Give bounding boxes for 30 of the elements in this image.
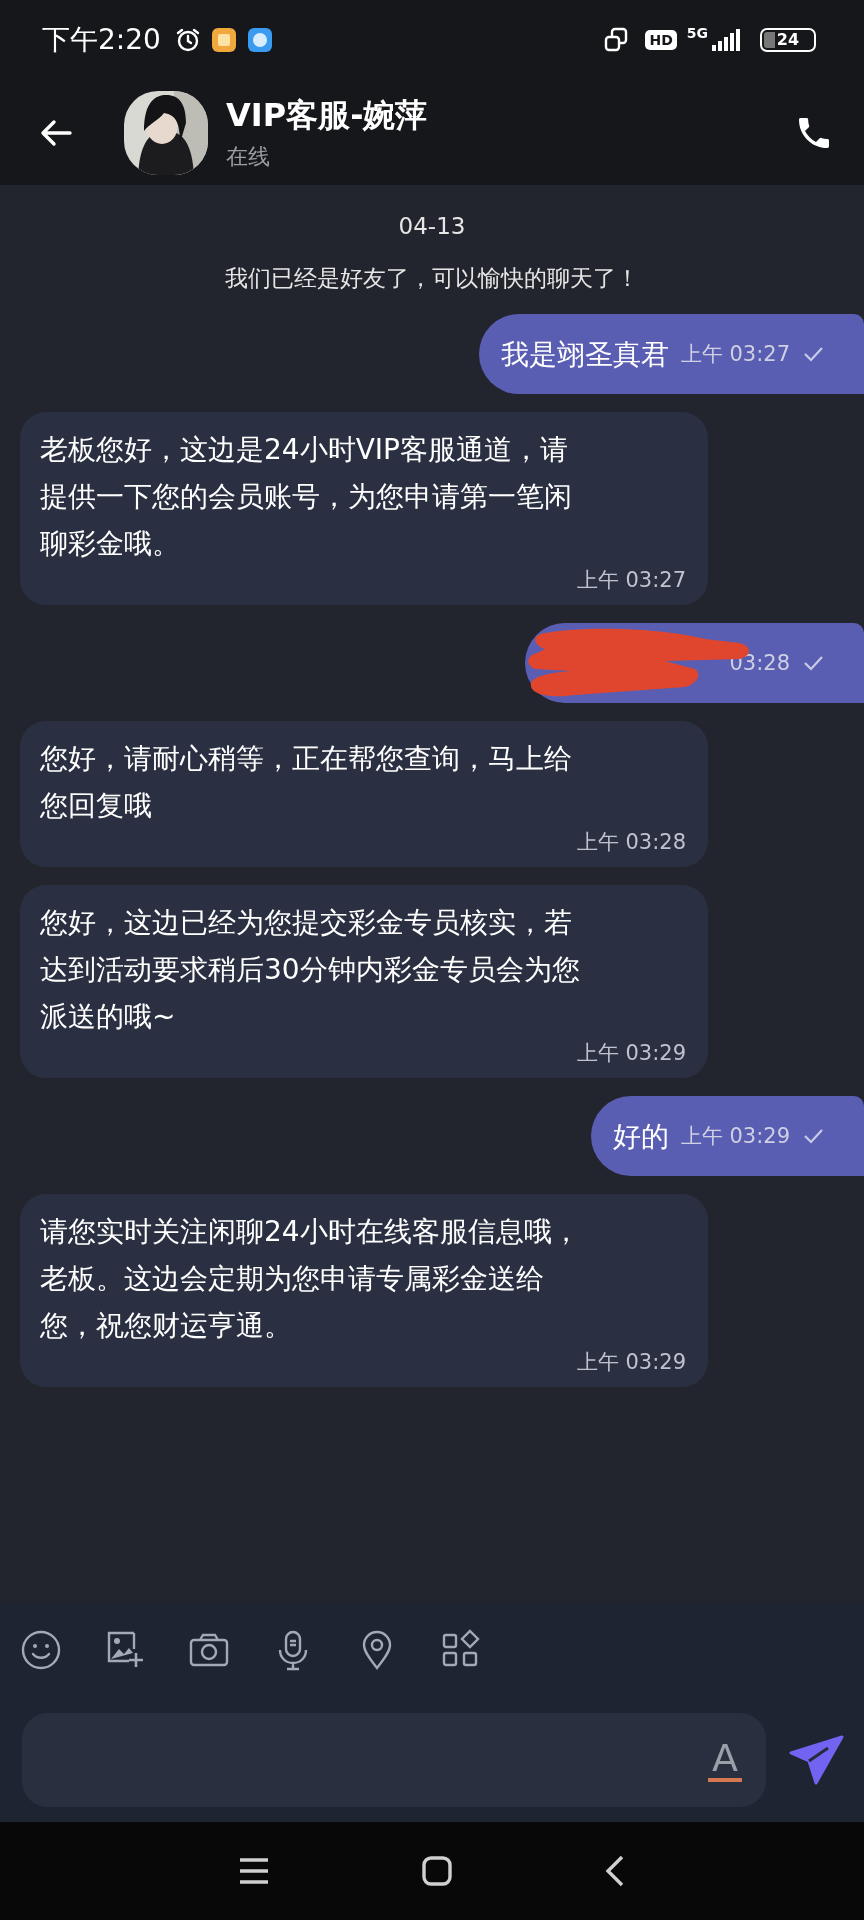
message-time: 上午 03:29 bbox=[575, 1349, 686, 1376]
battery-percent: 24 bbox=[775, 32, 801, 47]
message-text: 老板您好，这边是24小时VIP客服通道，请提供一下您的会员账号，为您申请第一笔闲聊彩金哦。 bbox=[40, 432, 573, 562]
message-text: 请您实时关注闲聊24小时在线客服信息哦，老板。这边会定期为您申请专属彩金送给您，祝您财运亨通。 bbox=[40, 1214, 581, 1344]
app-icon bbox=[246, 27, 273, 53]
message-time: 上午 03:29 bbox=[680, 1122, 790, 1150]
emoji-icon[interactable] bbox=[20, 1628, 62, 1671]
home-square-icon[interactable] bbox=[421, 1855, 453, 1887]
message-text: 好的 bbox=[612, 1118, 669, 1155]
message-input-field[interactable]: A bbox=[22, 1712, 766, 1807]
signal-icon bbox=[710, 28, 740, 52]
message-time: 上午 03:27 bbox=[680, 340, 790, 368]
message-time: 上午 03:29 bbox=[575, 1040, 686, 1067]
network-label: 5G bbox=[686, 25, 708, 41]
message-text: 我是翊圣真君 bbox=[500, 336, 669, 373]
system-notice: 我们已经是好友了，可以愉快的聊天了！ bbox=[225, 264, 639, 293]
message-time: 上午 03:27 bbox=[575, 567, 686, 594]
text-format-button[interactable]: A bbox=[708, 1737, 742, 1782]
hd-badge: HD bbox=[645, 30, 677, 50]
date-label: 04-13 bbox=[398, 212, 466, 241]
contact-name: VIP客服-婉萍 bbox=[226, 94, 428, 136]
menu-icon[interactable] bbox=[237, 1856, 271, 1886]
message-time: 上午 03:28 bbox=[575, 829, 686, 856]
alarm-clock-icon bbox=[174, 27, 201, 53]
message-text: 您好，请耐心稍等，正在帮您查询，马上给您回复哦 bbox=[40, 741, 573, 824]
status-time: 下午2:20 bbox=[42, 22, 161, 58]
message-text: 您好，这边已经为您提交彩金专员核实，若达到活动要求稍后30分钟内彩金专员会为您派送的哦~ bbox=[40, 905, 581, 1035]
dual-window-icon bbox=[603, 27, 630, 53]
app-icon bbox=[210, 27, 237, 53]
online-status: 在线 bbox=[226, 142, 271, 171]
